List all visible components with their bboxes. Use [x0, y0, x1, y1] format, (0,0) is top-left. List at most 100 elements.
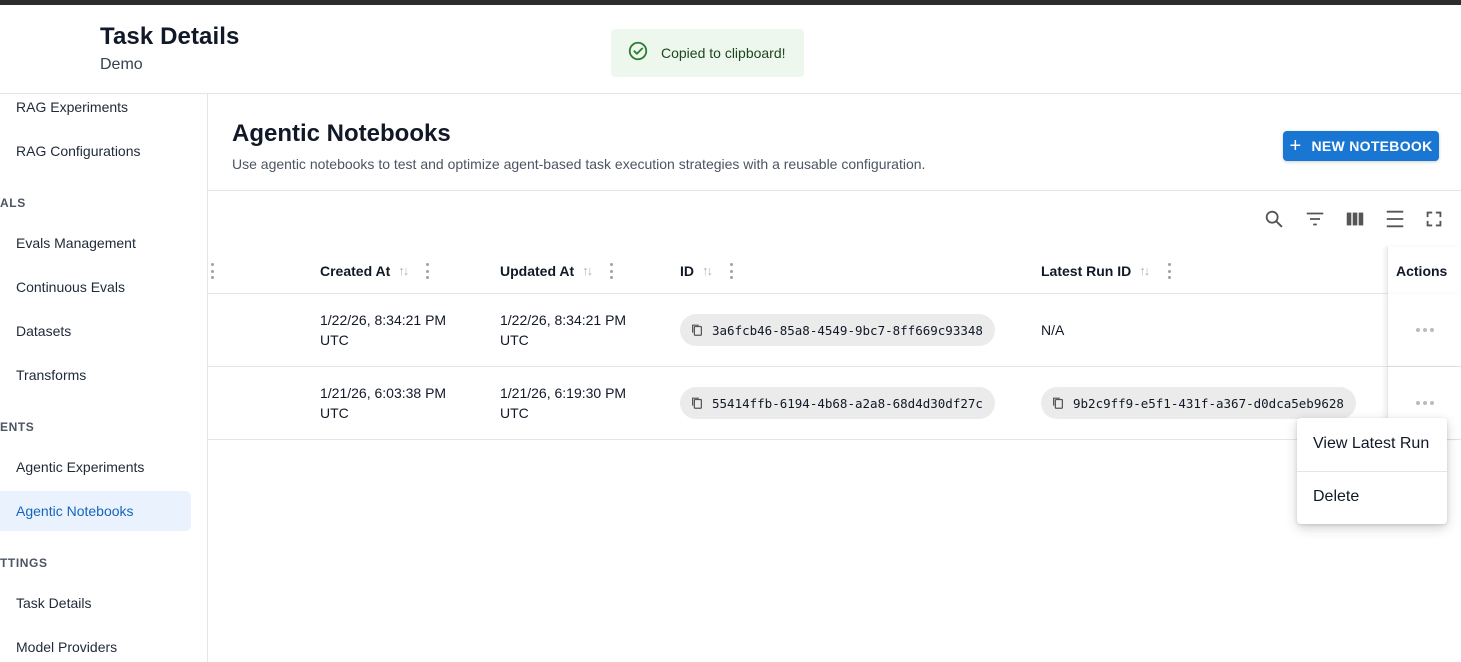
copy-icon	[692, 397, 702, 409]
updated-date: 1/22/26, 8:34:21 PM	[500, 312, 627, 328]
sidebar-item-label: Agentic Experiments	[16, 459, 145, 475]
sidebar-item-evals-management[interactable]: Evals Management	[0, 223, 191, 263]
created-date: 1/21/26, 6:03:38 PM	[320, 385, 447, 401]
table-row: 1/22/26, 8:34:21 PM UTC 1/22/26, 8:34:21…	[208, 294, 1461, 367]
updated-at-cell: 1/22/26, 8:34:21 PM UTC	[500, 310, 626, 350]
updated-at-cell: 1/21/26, 6:19:30 PM UTC	[500, 383, 626, 423]
sidebar-item-label: Evals Management	[16, 235, 136, 251]
copy-icon	[1053, 397, 1063, 409]
sort-icon[interactable]: ↑↓	[582, 263, 593, 278]
column-header-created-at[interactable]: Created At ↑↓	[320, 247, 409, 294]
table-header: Created At ↑↓ Updated At ↑↓ ID ↑↓ Latest…	[208, 247, 1461, 294]
column-header-latest-run-id[interactable]: Latest Run ID ↑↓	[1041, 247, 1150, 294]
toast-notification: Copied to clipboard!	[611, 29, 804, 77]
main-content: Agentic Notebooks Use agentic notebooks …	[208, 94, 1461, 662]
sidebar-item-label: Task Details	[16, 595, 92, 611]
transform-icon	[0, 366, 3, 384]
id-chip[interactable]: 55414ffb-6194-4b68-a2a8-68d4d30df27c	[680, 387, 995, 419]
section-header-evals: ALS	[0, 196, 26, 210]
sidebar-item-task-details[interactable]: Task Details	[0, 583, 191, 623]
sidebar-item-label: Agentic Notebooks	[16, 503, 134, 519]
new-notebook-label: NEW NOTEBOOK	[1311, 138, 1433, 154]
sidebar-item-label: RAG Configurations	[16, 143, 141, 159]
column-menu-icon[interactable]	[425, 263, 429, 279]
details-icon	[0, 594, 3, 612]
column-label: Created At	[320, 262, 391, 279]
latest-run-id-chip[interactable]: 9b2c9ff9-e5f1-431f-a367-d0dca5eb9628	[1041, 387, 1356, 419]
sidebar-item-label: Datasets	[16, 323, 72, 339]
page-title: Task Details	[100, 23, 240, 50]
id-value: 55414ffb-6194-4b68-a2a8-68d4d30df27c	[712, 395, 983, 411]
column-header-id[interactable]: ID ↑↓	[680, 247, 713, 294]
notebook-icon	[0, 502, 3, 520]
section-header-settings: TTINGS	[0, 556, 48, 570]
section-title: Agentic Notebooks	[232, 120, 451, 147]
sidebar-item-agentic-experiments[interactable]: Agentic Experiments	[0, 447, 191, 487]
sidebar-item-datasets[interactable]: Datasets	[0, 311, 191, 351]
plus-icon: +	[1289, 135, 1302, 157]
config-icon	[0, 142, 3, 160]
created-timezone: UTC	[320, 332, 349, 348]
latest-run-id-cell: N/A	[1041, 322, 1065, 338]
sidebar-item-label: Transforms	[16, 367, 87, 383]
sidebar-item-label: Continuous Evals	[16, 279, 125, 295]
column-label: Latest Run ID	[1041, 262, 1132, 279]
row-actions-menu: View Latest Run Delete	[1297, 418, 1447, 524]
search-icon[interactable]	[1262, 207, 1286, 231]
new-notebook-button[interactable]: + NEW NOTEBOOK	[1283, 131, 1439, 161]
updated-timezone: UTC	[500, 332, 529, 348]
column-header-updated-at[interactable]: Updated At ↑↓	[500, 247, 593, 294]
sidebar-item-label: RAG Experiments	[16, 99, 129, 115]
sidebar-item-transforms[interactable]: Transforms	[0, 355, 191, 395]
dataset-icon	[0, 322, 3, 340]
table-row: 1/21/26, 6:03:38 PM UTC 1/21/26, 6:19:30…	[208, 367, 1461, 440]
copy-icon	[692, 324, 702, 336]
column-menu-icon[interactable]	[210, 263, 214, 279]
column-header-actions: Actions	[1387, 247, 1461, 294]
filter-icon[interactable]	[1303, 207, 1327, 231]
updated-timezone: UTC	[500, 405, 529, 421]
evals-icon	[0, 234, 3, 252]
created-at-cell: 1/21/26, 6:03:38 PM UTC	[320, 383, 446, 423]
column-menu-icon[interactable]	[609, 263, 613, 279]
sidebar-item-model-providers[interactable]: Model Providers	[0, 627, 191, 662]
latest-run-id-value: 9b2c9ff9-e5f1-431f-a367-d0dca5eb9628	[1073, 395, 1344, 411]
created-date: 1/22/26, 8:34:21 PM	[320, 312, 447, 328]
more-horizontal-icon	[1415, 401, 1434, 405]
sidebar-item-continuous-evals[interactable]: Continuous Evals	[0, 267, 191, 307]
more-horizontal-icon	[1415, 328, 1434, 332]
flask-icon	[0, 98, 3, 116]
sort-icon[interactable]: ↑↓	[398, 263, 409, 278]
menu-divider	[1297, 471, 1447, 472]
sidebar-item-agentic-notebooks[interactable]: Agentic Notebooks	[0, 491, 191, 531]
column-label: Updated At	[500, 262, 575, 279]
section-header-experiments: ENTS	[0, 420, 35, 434]
column-menu-icon[interactable]	[1167, 263, 1171, 279]
menu-item-delete[interactable]: Delete	[1297, 475, 1447, 519]
sort-icon[interactable]: ↑↓	[702, 263, 713, 278]
column-menu-icon[interactable]	[729, 263, 733, 279]
divider	[208, 190, 1461, 191]
sort-icon[interactable]: ↑↓	[1139, 263, 1150, 278]
columns-icon[interactable]	[1343, 207, 1367, 231]
updated-date: 1/21/26, 6:19:30 PM	[500, 385, 627, 401]
created-at-cell: 1/22/26, 8:34:21 PM UTC	[320, 310, 446, 350]
menu-item-view-latest-run[interactable]: View Latest Run	[1297, 422, 1447, 466]
loop-icon	[0, 278, 3, 296]
row-actions-button[interactable]	[1387, 294, 1461, 366]
sidebar-item-label: Model Providers	[16, 639, 118, 655]
column-label: ID	[680, 262, 694, 279]
density-icon[interactable]	[1383, 207, 1407, 231]
section-description: Use agentic notebooks to test and optimi…	[232, 156, 926, 172]
sidebar-item-rag-configurations[interactable]: RAG Configurations	[0, 131, 191, 171]
sidebar: RAG Experiments RAG Configurations ALS E…	[0, 94, 208, 662]
sidebar-item-rag-experiments[interactable]: RAG Experiments	[0, 94, 191, 127]
flask-icon	[0, 458, 3, 476]
fullscreen-icon[interactable]	[1422, 207, 1446, 231]
id-value: 3a6fcb46-85a8-4549-9bc7-8ff669c93348	[712, 322, 983, 338]
check-circle-icon	[627, 40, 649, 67]
id-chip[interactable]: 3a6fcb46-85a8-4549-9bc7-8ff669c93348	[680, 314, 995, 346]
created-timezone: UTC	[320, 405, 349, 421]
page-subtitle: Demo	[100, 56, 143, 73]
toast-message: Copied to clipboard!	[661, 45, 786, 61]
